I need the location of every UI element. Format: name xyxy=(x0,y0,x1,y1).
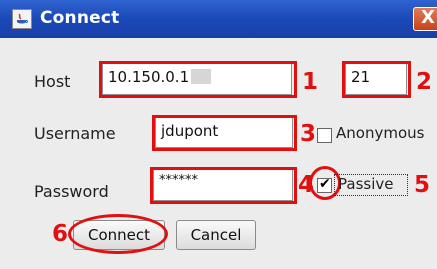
passive-label[interactable]: Passive xyxy=(338,175,393,193)
annotation-2: 2 xyxy=(416,69,433,95)
title-bar[interactable]: Connect X xyxy=(0,0,437,38)
highlight-box-port xyxy=(342,61,411,98)
cancel-button[interactable]: Cancel xyxy=(176,220,256,250)
anonymous-label[interactable]: Anonymous xyxy=(336,124,424,142)
highlight-box-password xyxy=(150,167,297,204)
annotation-3: 3 xyxy=(300,121,317,147)
annotation-6: 6 xyxy=(52,221,69,247)
annotation-5: 5 xyxy=(414,172,431,198)
window-title: Connect xyxy=(40,8,120,28)
form-area: Host 10.150.0.1 1 21 2 Username jdupont … xyxy=(0,38,437,269)
close-icon: X xyxy=(421,7,435,28)
highlight-box-username xyxy=(152,115,297,151)
host-label: Host xyxy=(34,72,71,91)
java-app-icon xyxy=(12,9,32,29)
annotation-1: 1 xyxy=(302,69,319,95)
password-label: Password xyxy=(34,182,109,201)
highlight-box-host xyxy=(99,61,297,98)
close-button[interactable]: X xyxy=(413,7,437,31)
connect-dialog: Connect X Host 10.150.0.1 1 21 2 Usernam… xyxy=(0,0,437,269)
username-label: Username xyxy=(34,124,116,143)
anonymous-checkbox[interactable] xyxy=(317,128,332,143)
highlight-ellipse-connect xyxy=(68,214,168,254)
